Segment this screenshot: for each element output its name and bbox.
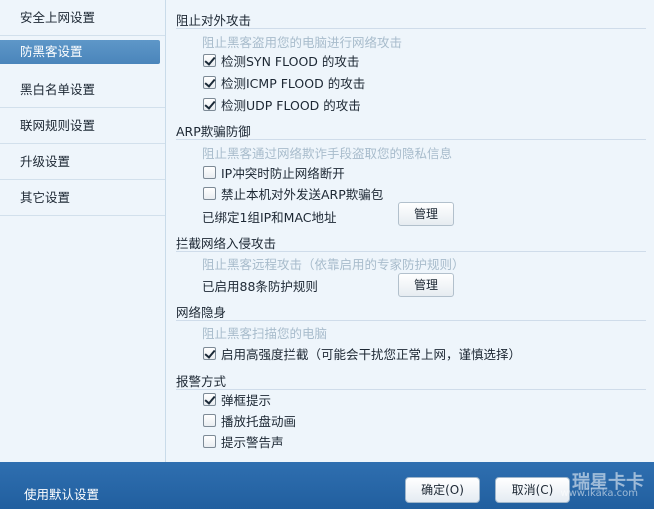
section-divider — [176, 139, 646, 140]
section-title: 拦截网络入侵攻击 — [176, 236, 277, 251]
checkbox-label: 检测SYN FLOOD 的攻击 — [221, 53, 360, 69]
section-divider — [176, 320, 646, 321]
checkbox-label: 提示警告声 — [221, 434, 284, 450]
watermark-url: www.ikaka.com — [560, 488, 638, 499]
checkbox-label: 弹框提示 — [221, 392, 272, 408]
arp-manage-button[interactable]: 管理 — [398, 202, 454, 226]
use-default-settings-link[interactable]: 使用默认设置 — [24, 484, 99, 503]
checkbox-label: 禁止本机对外发送ARP欺骗包 — [221, 186, 384, 202]
checkbox-warning-sound[interactable]: 提示警告声 — [203, 433, 284, 450]
checkbox-popup-alert[interactable]: 弹框提示 — [203, 391, 272, 408]
ok-button[interactable]: 确定(O) — [405, 477, 480, 503]
section-divider — [176, 251, 646, 252]
checkbox-label: IP冲突时防止网络断开 — [221, 165, 345, 181]
section-title: 阻止对外攻击 — [176, 13, 252, 28]
checkbox-icmp-flood[interactable]: 检测ICMP FLOOD 的攻击 — [203, 74, 366, 91]
sidebar-item-safe-browsing[interactable]: 安全上网设置 — [0, 0, 165, 36]
section-title: 报警方式 — [176, 374, 227, 389]
sidebar-item-black-white-list[interactable]: 黑白名单设置 — [0, 72, 165, 108]
checkbox-box[interactable] — [203, 413, 216, 427]
intrusion-manage-button[interactable]: 管理 — [398, 273, 454, 297]
section-title: 网络隐身 — [176, 305, 227, 320]
sidebar-item-other[interactable]: 其它设置 — [0, 180, 165, 216]
section-title: ARP欺骗防御 — [176, 124, 251, 139]
bound-ip-mac-text: 已绑定1组IP和MAC地址 — [202, 210, 337, 225]
section-divider — [176, 28, 646, 29]
checkbox-label: 启用高强度拦截（可能会干扰您正常上网，谨慎选择） — [221, 346, 522, 362]
checkbox-label: 检测UDP FLOOD 的攻击 — [221, 97, 361, 113]
checkbox-box[interactable] — [203, 165, 216, 179]
checkbox-box[interactable] — [203, 434, 216, 448]
checkbox-udp-flood[interactable]: 检测UDP FLOOD 的攻击 — [203, 96, 361, 113]
cancel-button[interactable]: 取消(C) — [495, 477, 570, 503]
checkbox-high-intensity-block[interactable]: 启用高强度拦截（可能会干扰您正常上网，谨慎选择） — [203, 345, 522, 362]
checkbox-box[interactable] — [203, 53, 216, 67]
checkbox-label: 检测ICMP FLOOD 的攻击 — [221, 75, 366, 91]
checkbox-box[interactable] — [203, 186, 216, 200]
dialog-footer: 使用默认设置 确定(O) 取消(C) — [0, 462, 654, 509]
checkbox-ip-conflict[interactable]: IP冲突时防止网络断开 — [203, 164, 345, 181]
checkbox-block-arp-send[interactable]: 禁止本机对外发送ARP欺骗包 — [203, 185, 384, 202]
checkbox-tray-animation[interactable]: 播放托盘动画 — [203, 412, 297, 429]
section-hint: 阻止黑客盗用您的电脑进行网络攻击 — [202, 35, 403, 50]
checkbox-box[interactable] — [203, 346, 216, 360]
checkbox-syn-flood[interactable]: 检测SYN FLOOD 的攻击 — [203, 52, 360, 69]
section-hint: 阻止黑客通过网络欺诈手段盗取您的隐私信息 — [202, 146, 453, 161]
rules-enabled-text: 已启用88条防护规则 — [202, 279, 318, 294]
section-hint: 阻止黑客扫描您的电脑 — [202, 326, 328, 341]
checkbox-box[interactable] — [203, 97, 216, 111]
checkbox-box[interactable] — [203, 75, 216, 89]
sidebar-item-network-rules[interactable]: 联网规则设置 — [0, 108, 165, 144]
sidebar-item-upgrade[interactable]: 升级设置 — [0, 144, 165, 180]
checkbox-label: 播放托盘动画 — [221, 413, 297, 429]
checkbox-box[interactable] — [203, 392, 216, 406]
section-hint: 阻止黑客远程攻击（依靠启用的专家防护规则） — [202, 257, 465, 272]
settings-sidebar: 安全上网设置 防黑客设置 黑白名单设置 联网规则设置 升级设置 其它设置 — [0, 0, 166, 462]
settings-panel: 阻止对外攻击 阻止黑客盗用您的电脑进行网络攻击 检测SYN FLOOD 的攻击 … — [167, 0, 654, 462]
sidebar-item-anti-hacker[interactable]: 防黑客设置 — [0, 40, 160, 64]
